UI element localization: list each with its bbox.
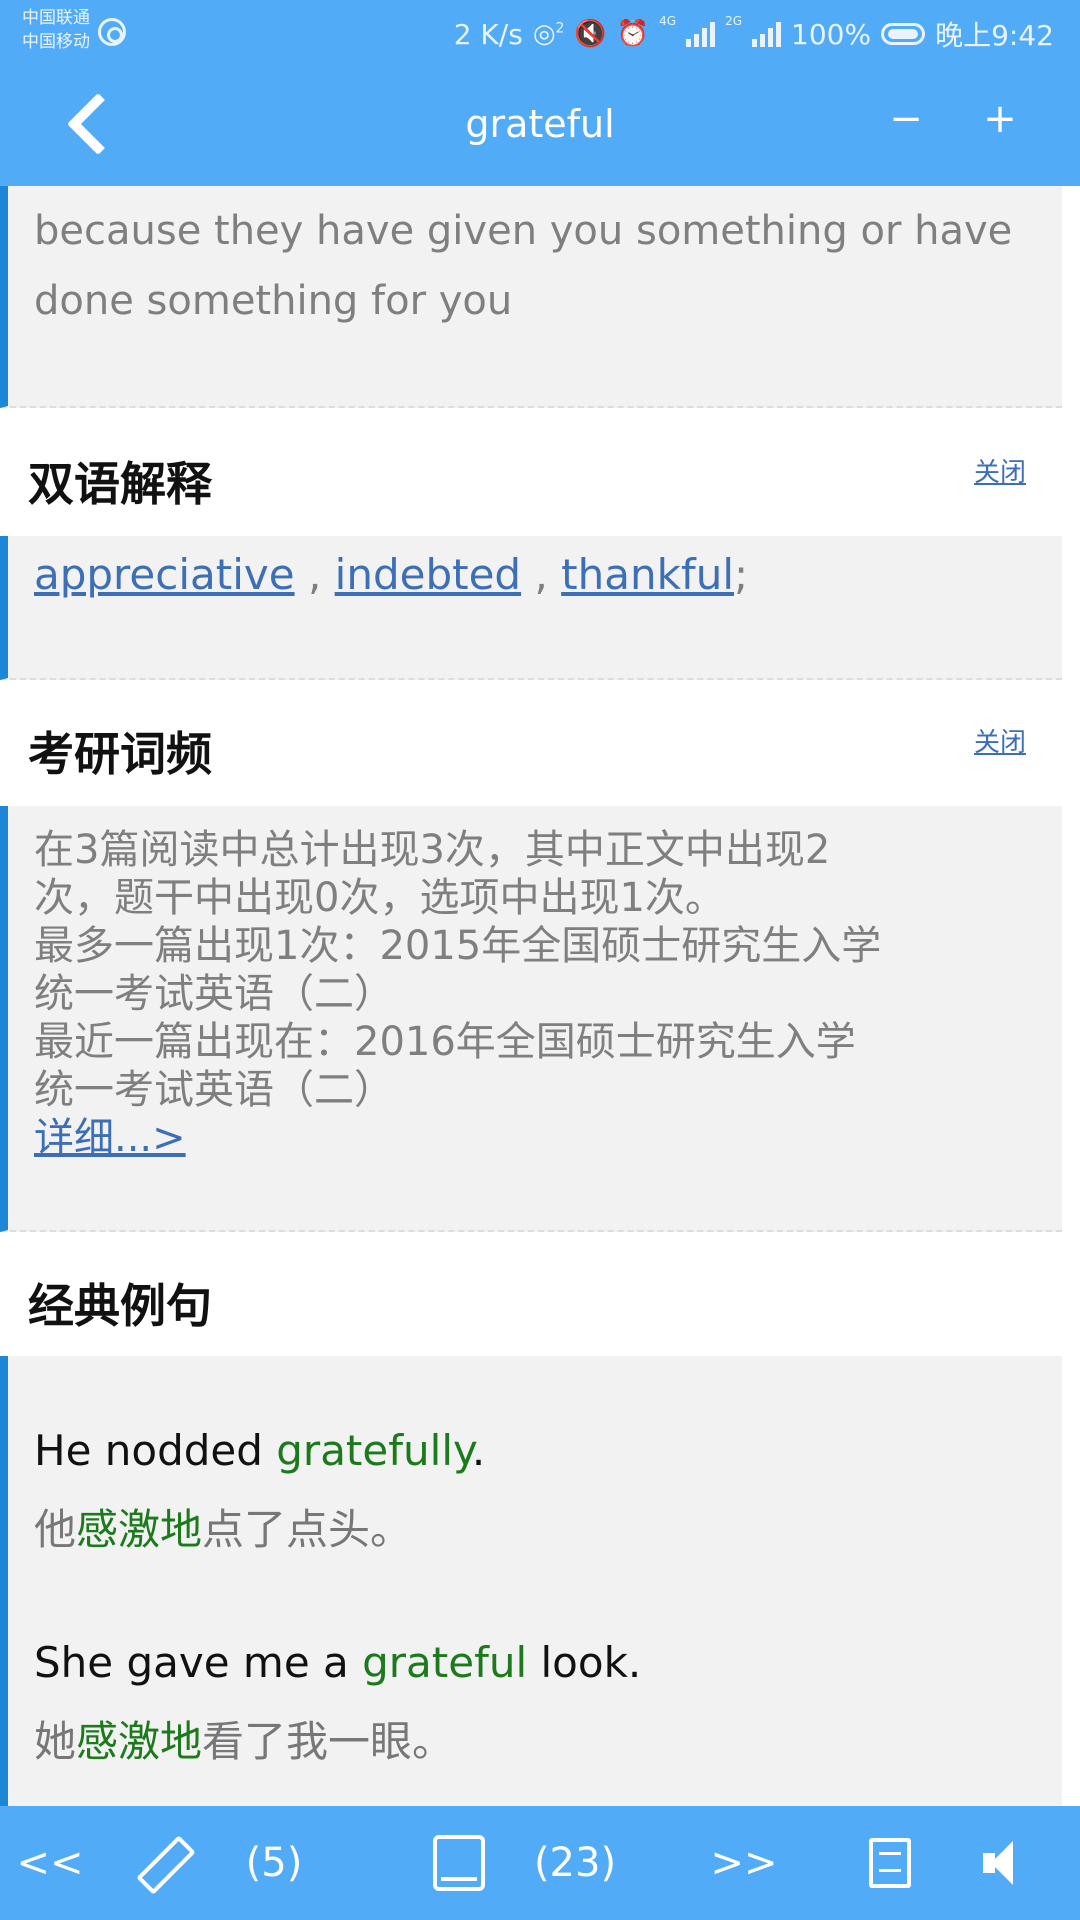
- status-bar: 中国联通 中国移动 2 K/s ◎2 🔇 ⏰ 4G 2G 100% 晚上9:42: [0, 0, 1080, 66]
- signal-2-icon: [752, 21, 782, 47]
- word-detail-content[interactable]: because they have given you something or…: [0, 186, 1080, 1806]
- example-keyword: gratefully: [276, 1426, 472, 1475]
- example-keyword: 感激地: [76, 1505, 203, 1554]
- examples-block: He nodded gratefully. 他感激地点了点头。 She gave…: [0, 1356, 1062, 1806]
- definition-block: because they have given you something or…: [0, 186, 1062, 408]
- edit-note-button[interactable]: [128, 1806, 192, 1920]
- add-to-list-button[interactable]: [862, 1806, 918, 1920]
- bilingual-header: 双语解释 关闭: [0, 410, 1062, 534]
- wordbook-count[interactable]: (23): [528, 1806, 622, 1920]
- example-text: look.: [527, 1638, 642, 1687]
- network-type-1: 4G: [659, 14, 677, 28]
- example-text: 他: [34, 1505, 77, 1554]
- example-text: 点了点头。: [202, 1505, 413, 1554]
- notes-count[interactable]: (5): [236, 1806, 312, 1920]
- battery-percent: 100%: [791, 17, 872, 51]
- book-icon: [433, 1835, 485, 1891]
- zoom-in-button[interactable]: +: [982, 96, 1018, 142]
- frequency-line: 次，题干中出现0次，选项中出现1次。: [34, 875, 725, 921]
- synonym-link[interactable]: appreciative: [34, 550, 295, 599]
- wordbook-button[interactable]: [428, 1806, 490, 1920]
- detail-link[interactable]: 详细...>: [34, 1114, 1036, 1162]
- examples-heading: 经典例句: [28, 1279, 212, 1333]
- network-type-2: 2G: [725, 14, 743, 28]
- example-english[interactable]: She gave me a grateful look.: [34, 1638, 641, 1687]
- definition-line: because they have given you something or…: [34, 208, 1013, 254]
- speaker-icon: [983, 1839, 1029, 1887]
- synonym-end: ;: [734, 550, 749, 599]
- pencil-icon: [132, 1835, 188, 1891]
- definition-line: done something for you: [34, 278, 513, 324]
- clock: 晚上9:42: [935, 19, 1054, 52]
- example-chinese: 他感激地点了点头。: [34, 1496, 412, 1557]
- bilingual-heading: 双语解释: [28, 457, 212, 511]
- synonym-separator: ,: [534, 550, 548, 599]
- exam-frequency-block: 在3篇阅读中总计出现3次，其中正文中出现2 次，题干中出现0次，选项中出现1次。…: [0, 806, 1062, 1232]
- frequency-line: 统一考试英语（二）: [34, 1067, 394, 1113]
- frequency-line: 最近一篇出现在：2016年全国硕士研究生入学: [34, 1019, 856, 1065]
- zoom-out-button[interactable]: −: [888, 96, 924, 142]
- exam-frequency-header: 考研词频 关闭: [0, 682, 1062, 804]
- synonym-link[interactable]: thankful: [561, 550, 734, 599]
- bilingual-close-link[interactable]: 关闭: [974, 452, 1026, 489]
- synonym-link[interactable]: indebted: [335, 550, 521, 599]
- status-indicators: 2 K/s ◎2 🔇 ⏰ 4G 2G 100% 晚上9:42: [454, 14, 1054, 54]
- example-keyword: grateful: [362, 1638, 528, 1687]
- frequency-line: 最多一篇出现1次：2015年全国硕士研究生入学: [34, 923, 882, 969]
- example-keyword: 感激地: [76, 1717, 203, 1766]
- battery-icon: [881, 23, 926, 45]
- app-bar: grateful − +: [0, 66, 1080, 186]
- bottom-toolbar: << (5) (23) >>: [0, 1806, 1080, 1920]
- hotspot-icon: ◎2: [532, 19, 565, 49]
- frequency-line: 统一考试英语（二）: [34, 971, 394, 1017]
- next-word-button[interactable]: >>: [710, 1806, 777, 1920]
- example-text: 她: [34, 1717, 77, 1766]
- carrier-1: 中国联通: [22, 8, 90, 28]
- alarm-icon: ⏰: [616, 19, 650, 49]
- example-text: She gave me a: [34, 1638, 363, 1687]
- example-text: He nodded: [34, 1426, 277, 1475]
- prev-word-button[interactable]: <<: [16, 1806, 83, 1920]
- example-chinese: 她感激地看了我一眼。: [34, 1708, 454, 1769]
- synonym-separator: ,: [307, 550, 322, 599]
- example-english[interactable]: He nodded gratefully.: [34, 1426, 485, 1475]
- carrier-2: 中国移动: [22, 32, 90, 52]
- mute-icon: 🔇: [574, 19, 607, 49]
- hotspot-count: 2: [555, 20, 565, 37]
- document-add-icon: [869, 1838, 911, 1888]
- frequency-line: 在3篇阅读中总计出现3次，其中正文中出现2: [34, 827, 831, 873]
- examples-header: 经典例句: [0, 1234, 1062, 1354]
- synonyms-block: appreciative , indebted , thankful;: [0, 536, 1062, 680]
- exam-frequency-heading: 考研词频: [28, 727, 212, 781]
- exam-frequency-close-link[interactable]: 关闭: [974, 722, 1026, 759]
- carrier-labels: 中国联通 中国移动: [22, 6, 90, 54]
- pronounce-button[interactable]: [978, 1806, 1034, 1920]
- carrier-swirl-icon: [98, 18, 126, 46]
- example-text: 看了我一眼。: [202, 1717, 455, 1766]
- example-text: .: [471, 1426, 486, 1475]
- signal-1-icon: [686, 21, 716, 47]
- network-speed: 2 K/s: [453, 17, 523, 51]
